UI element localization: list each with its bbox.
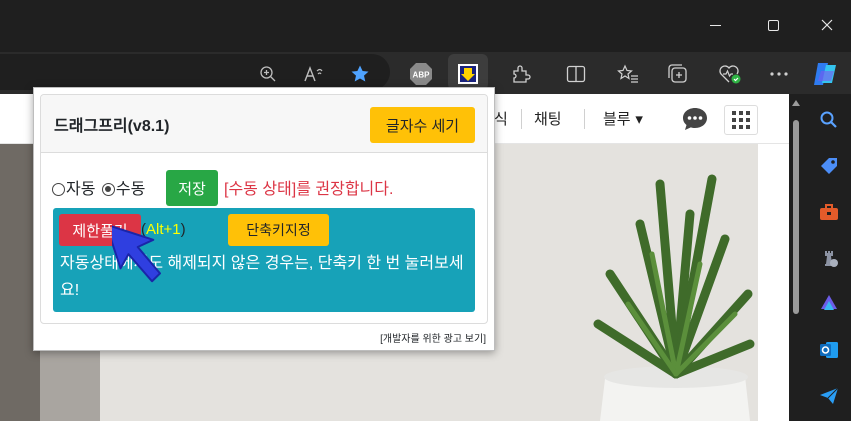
nav-item-chat[interactable]: 채팅: [534, 108, 562, 129]
count-characters-button[interactable]: 글자수 세기: [370, 107, 475, 143]
chess-icon[interactable]: [815, 244, 843, 272]
favorites-icon[interactable]: [614, 60, 642, 88]
popup-header: 드래그프리(v8.1) 글자수 세기: [41, 95, 487, 153]
copilot-sidebar-icon[interactable]: [815, 290, 843, 318]
page-margin: [758, 144, 789, 421]
minimize-icon: [709, 24, 721, 26]
popup-title: 드래그프리(v8.1): [54, 118, 170, 135]
browser-sidebar: [807, 94, 851, 421]
mouse-cursor-icon: [112, 223, 161, 283]
collections-icon[interactable]: [664, 60, 692, 88]
adblock-plus-icon[interactable]: ABP: [407, 60, 435, 88]
grid-icon: [732, 111, 750, 129]
popup-card: 드래그프리(v8.1) 글자수 세기 자동 수동 저장 [수동 상태]를 권장합…: [40, 94, 488, 324]
title-bar: [0, 0, 851, 52]
dragfree-popup: 드래그프리(v8.1) 글자수 세기 자동 수동 저장 [수동 상태]를 권장합…: [33, 87, 495, 351]
recommend-manual-text: [수동 상태]를 권장합니다.: [224, 181, 394, 198]
address-bar[interactable]: [0, 54, 390, 90]
split-screen-icon[interactable]: [562, 60, 590, 88]
zoom-icon[interactable]: [254, 60, 282, 88]
nav-item-partial[interactable]: 식: [494, 108, 508, 129]
adblock-plus-label: ABP: [413, 71, 431, 80]
browser-window: ABP 식 채팅 블루 ▾ 드래그프리(v8.1) 글자수 세기 자동 수동 저…: [0, 0, 851, 421]
more-menu-icon[interactable]: [765, 60, 793, 88]
send-icon[interactable]: [815, 382, 843, 410]
tag-icon[interactable]: [815, 152, 843, 180]
nav-item-blue-dropdown[interactable]: 블루 ▾: [603, 108, 643, 129]
page-scrollbar[interactable]: [789, 94, 803, 421]
maximize-icon: [767, 19, 779, 31]
radio-auto[interactable]: [52, 183, 65, 196]
close-icon: [821, 19, 833, 31]
search-icon[interactable]: [815, 106, 843, 134]
mode-radio-group: 자동 수동: [52, 175, 145, 199]
favorite-star-icon[interactable]: [346, 60, 374, 88]
apps-grid-button[interactable]: [724, 105, 758, 135]
read-aloud-icon[interactable]: [300, 60, 328, 88]
nav-divider: [521, 109, 522, 129]
radio-manual[interactable]: [101, 183, 115, 196]
minimize-button[interactable]: [700, 10, 730, 40]
chat-bubble-icon[interactable]: [681, 105, 709, 133]
developer-ad-link[interactable]: [개발자를 위한 광고 보기]: [380, 330, 486, 345]
close-button[interactable]: [812, 10, 842, 40]
copilot-icon[interactable]: [812, 60, 840, 88]
radio-manual-label[interactable]: 수동: [116, 181, 145, 198]
maximize-button[interactable]: [758, 10, 788, 40]
radio-auto-label[interactable]: 자동: [66, 181, 95, 198]
scroll-thumb[interactable]: [793, 120, 799, 314]
set-hotkey-button[interactable]: 단축키지정: [228, 214, 329, 246]
browser-essentials-icon[interactable]: [716, 60, 744, 88]
outlook-icon[interactable]: [815, 336, 843, 364]
scroll-up-arrow-icon[interactable]: [792, 100, 800, 106]
extensions-icon[interactable]: [507, 60, 535, 88]
dragfree-extension-icon[interactable]: [454, 60, 482, 88]
save-button[interactable]: 저장: [166, 170, 218, 206]
toolbox-icon[interactable]: [815, 198, 843, 226]
nav-divider: [584, 109, 585, 129]
